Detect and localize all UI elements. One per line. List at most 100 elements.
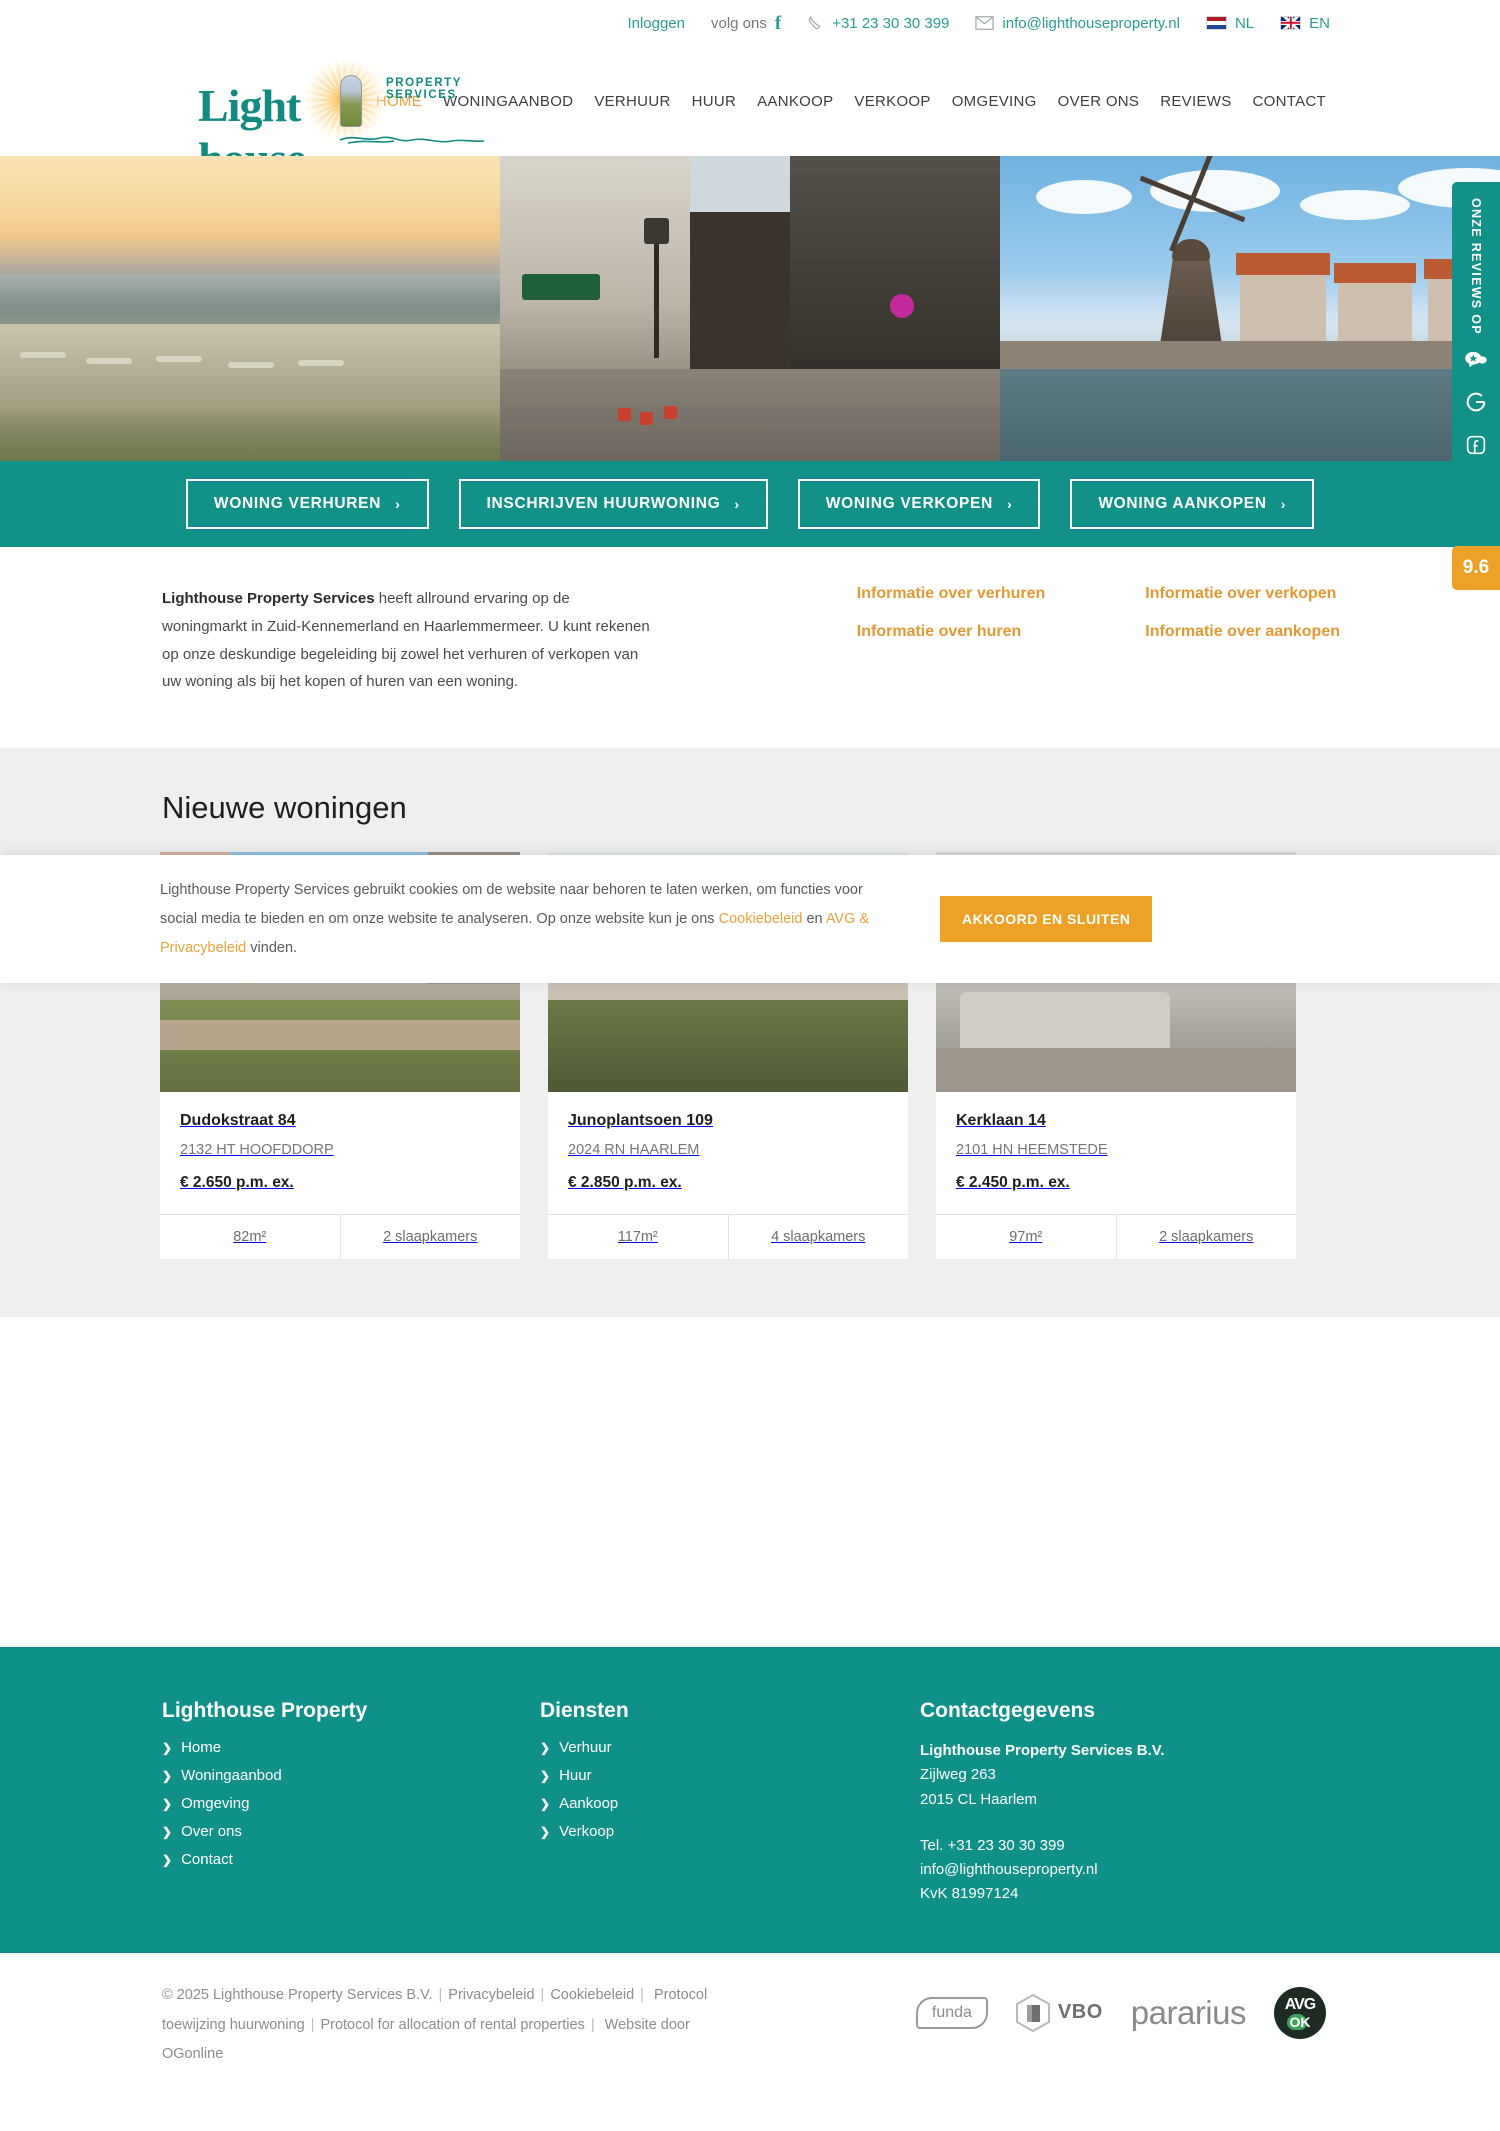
wave-icon xyxy=(338,131,486,145)
footer-list-item[interactable]: ❯ Verkoop xyxy=(540,1823,920,1840)
review-bubble-icon[interactable] xyxy=(1465,351,1487,374)
footer-list-item[interactable]: ❯ Omgeving xyxy=(162,1795,540,1812)
cookie-text-3: vinden. xyxy=(246,939,298,956)
chevron-right-icon: ❯ xyxy=(162,1768,173,1783)
bottom-bar: © 2025 Lighthouse Property Services B.V.… xyxy=(0,1952,1500,2100)
footer-list-item[interactable]: ❯ Woningaanbod xyxy=(162,1767,540,1784)
phone-number[interactable]: +31 23 30 30 399 xyxy=(832,15,949,32)
footer-list-item[interactable]: ❯ Home xyxy=(162,1739,540,1756)
facebook-square-icon[interactable] xyxy=(1466,435,1486,460)
legal-link-privacy[interactable]: Privacybeleid xyxy=(448,1987,534,2003)
listing-title: Dudokstraat 84 xyxy=(180,1112,296,1129)
footer-city: 2015 CL Haarlem xyxy=(920,1790,1038,1808)
intro-link-informatie-over-aankopen[interactable]: Informatie over aankopen xyxy=(1145,623,1340,641)
google-icon[interactable] xyxy=(1466,392,1486,417)
hero-slider[interactable] xyxy=(0,156,1500,461)
footer-links-services: ❯ Verhuur ❯ Huur ❯ Aankoop ❯ Verkoop xyxy=(540,1739,920,1840)
footer-link-contact[interactable]: Contact xyxy=(181,1851,233,1868)
reviews-score-badge[interactable]: 9.6 xyxy=(1452,546,1500,590)
vbo-hex-icon xyxy=(1015,1993,1050,2032)
new-listings-section: Nieuwe woningen Dudokstraat 84 2132 HT H… xyxy=(0,748,1500,1317)
lang-en[interactable]: EN xyxy=(1280,15,1330,32)
footer-email[interactable]: info@lighthouseproperty.nl xyxy=(920,1858,1340,1882)
hero-image-beach-sunrise[interactable] xyxy=(0,156,500,461)
footer-link-omgeving[interactable]: Omgeving xyxy=(181,1795,249,1812)
vbo-logo-icon[interactable]: VBO xyxy=(1015,1993,1103,2032)
main-navigation[interactable]: HOME WONINGAANBOD VERHUUR HUUR AANKOOP VERKOO… xyxy=(376,93,1340,110)
site-logo[interactable]: PROPERTY SERVICES Lighthouse xyxy=(190,55,485,184)
cta-button-label: WONING VERHUREN xyxy=(213,495,382,512)
cta-button-woning-verkopen[interactable]: WONING VERKOPEN › xyxy=(797,479,1041,529)
nav-item-over-ons[interactable]: OVER ONS xyxy=(1058,93,1140,110)
footer-heading: Lighthouse Property xyxy=(162,1699,368,1722)
nav-item-huur[interactable]: HUUR xyxy=(692,93,737,110)
footer-link-home[interactable]: Home xyxy=(181,1739,221,1756)
listing-zipcity: 2132 HT HOOFDDORP xyxy=(180,1142,334,1158)
partner-logos: funda VBO pararius AVG OK xyxy=(915,1981,1340,2039)
footer-contact-block: Lighthouse Property Services B.V. Zijlwe… xyxy=(920,1739,1340,1907)
chevron-right-icon: ❯ xyxy=(162,1824,173,1839)
funda-logo-icon[interactable]: funda xyxy=(915,1996,988,2029)
follow-us[interactable]: volg ons f xyxy=(711,14,781,33)
chevron-right-icon: ❯ xyxy=(162,1852,173,1867)
facebook-icon[interactable]: f xyxy=(775,14,781,33)
cookie-policy-link[interactable]: Cookiebeleid xyxy=(719,911,803,927)
footer-link-verkoop[interactable]: Verkoop xyxy=(559,1823,614,1840)
intro-link-informatie-over-verkopen[interactable]: Informatie over verkopen xyxy=(1145,585,1340,603)
cookie-text-2: en xyxy=(802,910,826,927)
logo-tagline: PROPERTY SERVICES xyxy=(386,77,462,101)
intro-link-informatie-over-huren[interactable]: Informatie over huren xyxy=(857,623,1046,641)
chevron-right-icon: › xyxy=(734,496,740,512)
footer-list-item[interactable]: ❯ Verhuur xyxy=(540,1739,920,1756)
footer-list-item[interactable]: ❯ Over ons xyxy=(162,1823,540,1840)
listing-bedrooms: 2 slaapkamers xyxy=(1115,1215,1297,1259)
pararius-logo-icon[interactable]: pararius xyxy=(1131,1994,1247,2032)
cta-button-woning-verhuren[interactable]: WONING VERHUREN › xyxy=(185,479,429,529)
nav-item-aankoop[interactable]: AANKOOP xyxy=(757,93,833,110)
phone-item[interactable]: +31 23 30 30 399 xyxy=(807,15,949,32)
login-link[interactable]: Inloggen xyxy=(627,15,685,32)
footer-link-over-ons[interactable]: Over ons xyxy=(181,1823,242,1840)
intro-links: Informatie over verhuren Informatie over … xyxy=(657,585,1340,696)
avg-ok-logo-icon[interactable]: AVG OK xyxy=(1274,1986,1326,2039)
hero-image-shopping-street[interactable] xyxy=(500,156,1000,461)
legal-link-cookies[interactable]: Cookiebeleid xyxy=(550,1987,634,2003)
nav-item-contact[interactable]: CONTACT xyxy=(1253,93,1326,110)
nav-item-woningaanbod[interactable]: WONINGAANBOD xyxy=(443,93,573,110)
reviews-side-tab[interactable]: ONZE REVIEWS OP xyxy=(1452,182,1500,492)
footer-link-huur[interactable]: Huur xyxy=(559,1767,592,1784)
nav-item-verhuur[interactable]: VERHUUR xyxy=(594,93,670,110)
utility-bar: Inloggen volg ons f +31 23 30 30 399 inf… xyxy=(160,0,1340,46)
listing-price: € 2.650 p.m. ex. xyxy=(180,1174,294,1191)
footer-phone[interactable]: Tel. +31 23 30 30 399 xyxy=(920,1834,1340,1858)
footer-list-item[interactable]: ❯ Aankoop xyxy=(540,1795,920,1812)
chevron-right-icon: › xyxy=(395,496,401,512)
nav-item-reviews[interactable]: REVIEWS xyxy=(1160,93,1231,110)
intro-link-informatie-over-verhuren[interactable]: Informatie over verhuren xyxy=(857,585,1046,603)
legal-links: © 2025 Lighthouse Property Services B.V.… xyxy=(162,1986,708,2063)
footer-link-aankoop[interactable]: Aankoop xyxy=(559,1795,618,1812)
footer-kvk: KvK 81997124 xyxy=(920,1885,1019,1903)
footer-list-item[interactable]: ❯ Huur xyxy=(540,1767,920,1784)
lang-nl[interactable]: NL xyxy=(1205,15,1254,32)
listing-zipcity: 2024 RN HAARLEM xyxy=(568,1142,700,1158)
nav-item-omgeving[interactable]: OMGEVING xyxy=(952,93,1037,110)
nav-item-verkoop[interactable]: VERKOOP xyxy=(854,93,930,110)
cookie-accept-button[interactable]: AKKOORD EN SLUITEN xyxy=(940,896,1153,942)
cta-bar: WONING VERHUREN › INSCHRIJVEN HUURWONING › W… xyxy=(0,461,1500,547)
legal-link-protocol-en[interactable]: Protocol for allocation of rental proper… xyxy=(320,2017,584,2033)
footer-link-woningaanbod[interactable]: Woningaanbod xyxy=(181,1767,282,1784)
email-item[interactable]: info@lighthouseproperty.nl xyxy=(975,15,1180,32)
chevron-right-icon: ❯ xyxy=(162,1740,173,1755)
chevron-right-icon: ❯ xyxy=(162,1796,173,1811)
footer-list-item[interactable]: ❯ Contact xyxy=(162,1851,540,1868)
email-address[interactable]: info@lighthouseproperty.nl xyxy=(1002,15,1180,32)
chevron-right-icon: ❯ xyxy=(540,1768,551,1783)
listing-price: € 2.450 p.m. ex. xyxy=(956,1174,1070,1191)
listing-zipcity: 2101 HN HEEMSTEDE xyxy=(956,1142,1108,1158)
cta-button-woning-aankopen[interactable]: WONING AANKOPEN › xyxy=(1070,479,1315,529)
footer-link-verhuur[interactable]: Verhuur xyxy=(559,1739,612,1756)
reviews-icon-list xyxy=(1465,351,1487,460)
cta-button-inschrijven-huurwoning[interactable]: INSCHRIJVEN HUURWONING › xyxy=(458,479,768,529)
hero-image-windmill-canal[interactable] xyxy=(1000,156,1500,461)
